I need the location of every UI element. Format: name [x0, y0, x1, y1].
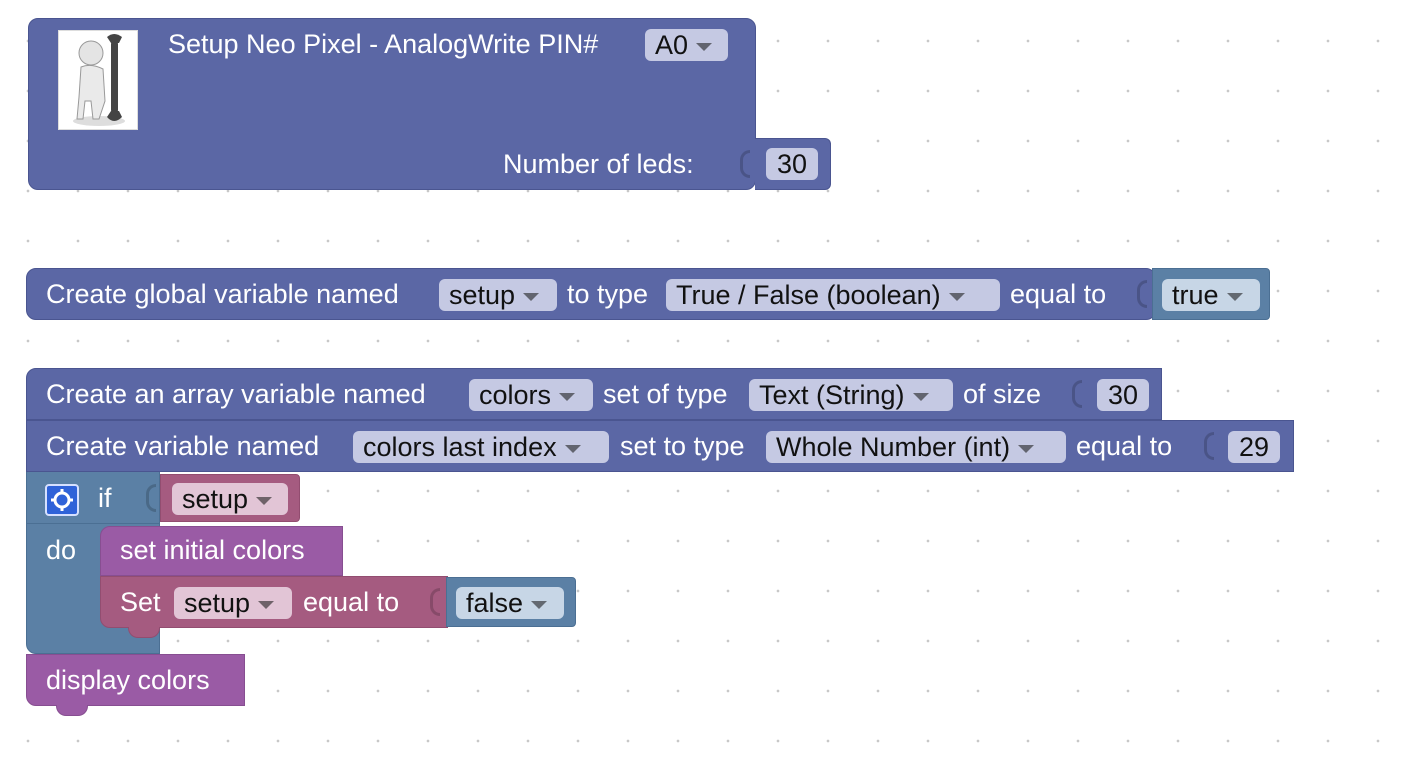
- array-name-dropdown[interactable]: colors: [469, 379, 593, 411]
- array-name: colors: [479, 380, 552, 410]
- false-value-dropdown[interactable]: false: [456, 587, 564, 619]
- input-notch: [1204, 432, 1214, 460]
- global-value-dropdown[interactable]: true: [1162, 279, 1260, 311]
- index-name-dropdown[interactable]: colors last index: [353, 431, 609, 463]
- array-size-field[interactable]: 30: [1097, 379, 1149, 411]
- next-connector: [128, 627, 160, 638]
- global-type-dropdown[interactable]: True / False (boolean): [666, 279, 1000, 311]
- chevron-down-icon: [696, 43, 713, 51]
- pin-dropdown[interactable]: A0: [645, 29, 728, 61]
- condition-dropdown[interactable]: setup: [172, 483, 288, 515]
- pin-value: A0: [655, 30, 689, 60]
- condition-name: setup: [182, 484, 249, 514]
- chevron-down-icon: [564, 445, 581, 453]
- array-type-value: Text (String): [759, 380, 905, 410]
- global-type-label: to type: [567, 279, 649, 309]
- array-create-label: Create an array variable named: [46, 379, 426, 409]
- index-create-label: Create variable named: [46, 431, 320, 461]
- global-value: true: [1172, 280, 1219, 310]
- chevron-down-icon: [1018, 445, 1035, 453]
- index-type-dropdown[interactable]: Whole Number (int): [766, 431, 1066, 463]
- global-var-name-dropdown[interactable]: setup: [439, 279, 557, 311]
- input-notch: [1137, 280, 1147, 308]
- chevron-down-icon: [559, 393, 576, 401]
- leds-label: Number of leds:: [503, 149, 694, 179]
- input-notch: [740, 150, 750, 178]
- chevron-down-icon: [1226, 293, 1243, 301]
- set-var-name: setup: [184, 588, 251, 618]
- set-initial-colors-label: set initial colors: [120, 535, 305, 565]
- input-notch: [430, 588, 440, 616]
- display-colors-label: display colors: [46, 665, 210, 695]
- index-equal-label: equal to: [1076, 431, 1173, 461]
- leds-number-field[interactable]: 30: [766, 148, 818, 180]
- neo-pixel-title: Setup Neo Pixel - AnalogWrite PIN#: [168, 29, 599, 59]
- gear-icon[interactable]: [45, 484, 79, 516]
- blockly-workspace[interactable]: { "neo_pixel_block": { "title": "Setup N…: [0, 0, 1404, 770]
- robot-mechanic-icon: [58, 30, 138, 130]
- array-type-dropdown[interactable]: Text (String): [749, 379, 953, 411]
- set-label: Set: [120, 587, 161, 617]
- global-equal-label: equal to: [1010, 279, 1107, 309]
- chevron-down-icon: [948, 293, 965, 301]
- do-label: do: [46, 535, 77, 565]
- chevron-down-icon: [912, 393, 929, 401]
- index-name: colors last index: [363, 432, 557, 462]
- index-value-field[interactable]: 29: [1228, 431, 1280, 463]
- global-var-name: setup: [449, 280, 516, 310]
- index-type-value: Whole Number (int): [776, 432, 1011, 462]
- input-notch: [146, 484, 156, 512]
- input-notch: [1072, 380, 1082, 408]
- set-equal-label: equal to: [303, 587, 400, 617]
- set-var-dropdown[interactable]: setup: [174, 587, 292, 619]
- next-connector: [56, 705, 88, 716]
- array-size-label: of size: [963, 379, 1042, 409]
- if-label: if: [98, 483, 112, 513]
- index-type-label: set to type: [620, 431, 745, 461]
- global-create-label: Create global variable named: [46, 279, 399, 309]
- chevron-down-icon: [523, 293, 540, 301]
- chevron-down-icon: [256, 497, 273, 505]
- chevron-down-icon: [531, 601, 548, 609]
- false-value: false: [466, 588, 524, 618]
- global-type-value: True / False (boolean): [676, 280, 941, 310]
- chevron-down-icon: [258, 601, 275, 609]
- array-type-label: set of type: [603, 379, 728, 409]
